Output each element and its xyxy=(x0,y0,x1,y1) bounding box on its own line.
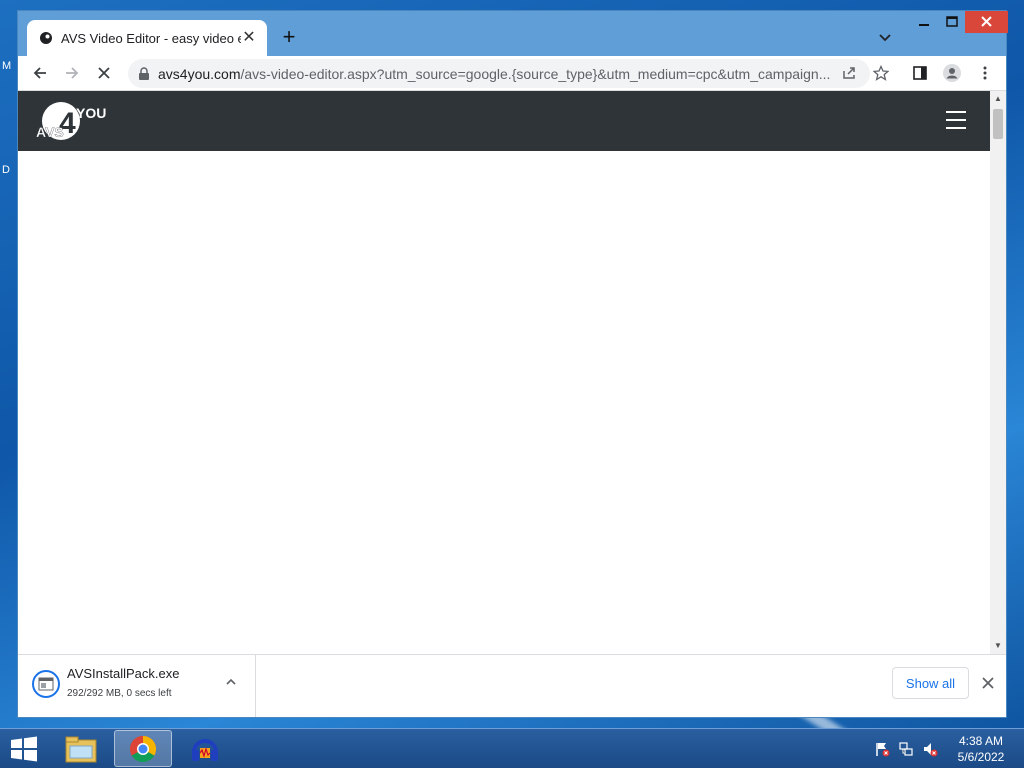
clock-time: 4:38 AM xyxy=(958,734,1004,748)
desktop-label-m: M xyxy=(2,60,12,72)
close-icon[interactable] xyxy=(979,674,997,692)
more-vert-icon xyxy=(983,66,987,80)
browser-window: AVS Video Editor - easy video ed ✕ + avs… xyxy=(17,10,1008,718)
page-viewport: 4 AVS YOU xyxy=(18,91,990,654)
avs4you-logo[interactable]: 4 AVS YOU xyxy=(36,99,126,143)
taskbar: 4:38 AM 5/6/2022 xyxy=(0,728,1024,768)
tab-title: AVS Video Editor - easy video ed xyxy=(61,30,241,46)
download-filename: AVSInstallPack.exe xyxy=(67,666,180,681)
share-icon xyxy=(843,67,855,79)
title-bar: AVS Video Editor - easy video ed ✕ + xyxy=(18,11,1008,56)
close-window-icon[interactable] xyxy=(965,11,1008,33)
maximize-icon[interactable] xyxy=(936,11,968,33)
download-status: 292/292 MB, 0 secs left xyxy=(67,688,172,699)
taskbar-chrome[interactable] xyxy=(114,730,172,767)
profile-button[interactable] xyxy=(941,62,963,84)
taskbar-file-explorer[interactable] xyxy=(52,730,110,767)
desktop-label-d: D xyxy=(2,164,10,176)
audio-headphones-icon xyxy=(192,738,218,761)
new-tab-button[interactable]: + xyxy=(278,26,300,48)
url-host: avs4you.com xyxy=(158,65,241,82)
download-shelf: AVSInstallPack.exe 292/292 MB, 0 secs le… xyxy=(18,654,1006,717)
star-icon xyxy=(873,65,889,81)
menu-button[interactable] xyxy=(974,62,996,84)
volume-muted-icon[interactable] xyxy=(922,741,938,757)
windows-start-icon[interactable] xyxy=(8,735,40,763)
bookmark-button[interactable] xyxy=(870,62,892,84)
system-clock[interactable]: 4:38 AM 5/6/2022 xyxy=(946,733,1016,765)
stop-icon xyxy=(98,67,110,79)
profile-avatar-icon xyxy=(943,64,961,82)
forward-arrow-icon xyxy=(66,67,79,79)
side-panel-button[interactable] xyxy=(909,62,931,84)
chevron-up-icon[interactable] xyxy=(224,675,238,689)
taskbar-audio-app[interactable] xyxy=(176,730,234,767)
clock-date: 5/6/2022 xyxy=(957,750,1005,764)
lock-icon[interactable] xyxy=(138,66,150,81)
tab-close-icon[interactable]: ✕ xyxy=(241,30,257,46)
side-panel-icon xyxy=(913,66,927,80)
chrome-icon xyxy=(129,735,157,762)
browser-tab[interactable]: AVS Video Editor - easy video ed ✕ xyxy=(27,20,267,56)
back-button[interactable] xyxy=(29,62,51,84)
show-all-button[interactable]: Show all xyxy=(892,667,969,699)
avs-favicon-icon xyxy=(40,32,52,44)
site-header: 4 AVS YOU xyxy=(18,91,990,151)
logo-you: YOU xyxy=(76,105,106,121)
back-arrow-icon xyxy=(33,67,46,79)
installer-file-icon xyxy=(32,670,60,698)
forward-button[interactable] xyxy=(61,62,83,84)
network-icon[interactable] xyxy=(898,741,914,757)
url-text: avs4you.com/avs-video-editor.aspx?utm_so… xyxy=(158,66,870,82)
action-center-flag-icon[interactable] xyxy=(874,741,890,757)
url-path: /avs-video-editor.aspx?utm_source=google… xyxy=(240,65,831,82)
scroll-thumb[interactable] xyxy=(993,109,1003,139)
logo-avs: AVS xyxy=(36,124,64,140)
share-button[interactable] xyxy=(838,62,860,84)
address-bar[interactable]: avs4you.com/avs-video-editor.aspx?utm_so… xyxy=(128,59,870,88)
browser-toolbar: avs4you.com/avs-video-editor.aspx?utm_so… xyxy=(18,56,1006,91)
download-item[interactable]: AVSInstallPack.exe 292/292 MB, 0 secs le… xyxy=(18,655,256,717)
page-scrollbar[interactable]: ▲ ▼ xyxy=(990,91,1006,654)
chevron-down-icon[interactable] xyxy=(876,28,894,46)
scroll-down-arrow-icon[interactable]: ▼ xyxy=(994,642,1002,650)
stop-loading-button[interactable] xyxy=(93,62,115,84)
file-explorer-icon xyxy=(65,736,97,762)
scroll-up-arrow-icon[interactable]: ▲ xyxy=(994,95,1002,103)
hamburger-menu-icon[interactable] xyxy=(946,111,966,129)
